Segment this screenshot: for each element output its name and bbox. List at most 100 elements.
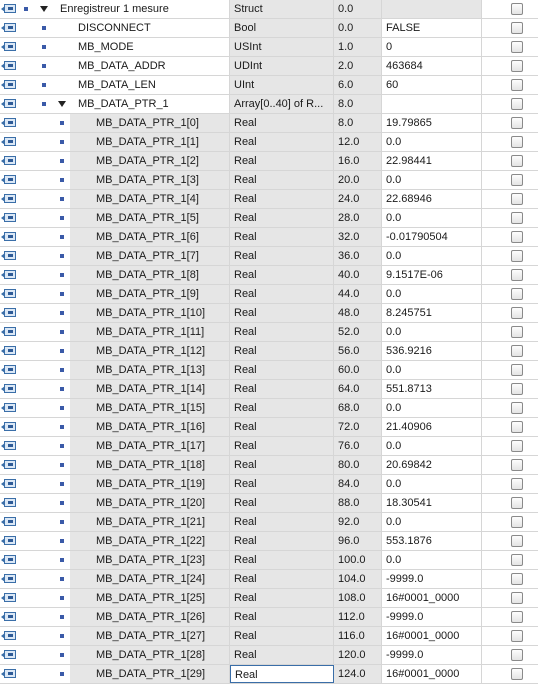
name-cell[interactable]: MB_DATA_PTR_1[8] [20, 266, 230, 284]
table-row[interactable]: MB_DATA_PTR_1[29] Real 124.0 16#0001_0000 [0, 665, 538, 684]
checkbox[interactable] [511, 364, 523, 376]
table-row[interactable]: MB_DATA_PTR_1 Array[0..40] of R... 8.0 [0, 95, 538, 114]
start-value-cell[interactable]: -0.01790504 [382, 228, 482, 246]
name-cell[interactable]: MB_DATA_PTR_1[0] [20, 114, 230, 132]
start-value-cell[interactable] [382, 95, 482, 113]
checkbox[interactable] [511, 478, 523, 490]
checkbox[interactable] [511, 497, 523, 509]
checkbox[interactable] [511, 573, 523, 585]
checkbox[interactable] [511, 611, 523, 623]
name-cell[interactable]: MB_DATA_PTR_1[13] [20, 361, 230, 379]
start-value-cell[interactable] [382, 0, 482, 18]
name-cell[interactable]: MB_DATA_PTR_1[1] [20, 133, 230, 151]
name-cell[interactable]: MB_DATA_PTR_1[4] [20, 190, 230, 208]
table-row[interactable]: MB_DATA_PTR_1[24] Real 104.0 -9999.0 [0, 570, 538, 589]
table-row[interactable]: Enregistreur 1 mesure Struct 0.0 [0, 0, 538, 19]
data-type-cell[interactable]: Array[0..40] of R... [230, 95, 334, 113]
table-row[interactable]: MB_MODE USInt 1.0 0 [0, 38, 538, 57]
data-type-cell[interactable]: Real [230, 437, 334, 455]
data-type-cell[interactable]: UInt [230, 76, 334, 94]
checkbox[interactable] [511, 117, 523, 129]
checkbox[interactable] [511, 136, 523, 148]
name-cell[interactable]: MB_DATA_PTR_1[21] [20, 513, 230, 531]
start-value-cell[interactable]: -9999.0 [382, 570, 482, 588]
start-value-cell[interactable]: 0.0 [382, 285, 482, 303]
name-cell[interactable]: MB_DATA_PTR_1[23] [20, 551, 230, 569]
table-row[interactable]: MB_DATA_PTR_1[10] Real 48.0 8.245751 [0, 304, 538, 323]
name-cell[interactable]: MB_DATA_PTR_1[29] [20, 665, 230, 683]
table-row[interactable]: MB_DATA_PTR_1[12] Real 56.0 536.9216 [0, 342, 538, 361]
data-type-cell[interactable]: USInt [230, 38, 334, 56]
data-type-cell[interactable]: Real [230, 114, 334, 132]
start-value-cell[interactable]: 0.0 [382, 133, 482, 151]
data-type-cell[interactable]: Real [230, 323, 334, 341]
table-row[interactable]: MB_DATA_PTR_1[25] Real 108.0 16#0001_0000 [0, 589, 538, 608]
data-type-cell[interactable]: Real [230, 608, 334, 626]
checkbox[interactable] [511, 630, 523, 642]
start-value-cell[interactable]: 0.0 [382, 475, 482, 493]
name-cell[interactable]: MB_DATA_ADDR [20, 57, 230, 75]
data-type-cell[interactable]: Real [230, 228, 334, 246]
data-type-cell[interactable]: Real [230, 285, 334, 303]
data-type-cell[interactable]: Real [230, 304, 334, 322]
table-row[interactable]: MB_DATA_PTR_1[14] Real 64.0 551.8713 [0, 380, 538, 399]
checkbox[interactable] [511, 174, 523, 186]
name-cell[interactable]: Enregistreur 1 mesure [20, 0, 230, 18]
name-cell[interactable]: MB_DATA_PTR_1[25] [20, 589, 230, 607]
table-row[interactable]: MB_DATA_PTR_1[23] Real 100.0 0.0 [0, 551, 538, 570]
table-row[interactable]: MB_DATA_PTR_1[9] Real 44.0 0.0 [0, 285, 538, 304]
data-type-cell[interactable]: Real [230, 532, 334, 550]
name-cell[interactable]: MB_DATA_PTR_1[17] [20, 437, 230, 455]
data-type-cell[interactable]: Real [230, 570, 334, 588]
name-cell[interactable]: MB_DATA_PTR_1[16] [20, 418, 230, 436]
checkbox[interactable] [511, 79, 523, 91]
checkbox[interactable] [511, 440, 523, 452]
start-value-cell[interactable]: 0.0 [382, 323, 482, 341]
name-cell[interactable]: MB_DATA_PTR_1[7] [20, 247, 230, 265]
table-row[interactable]: MB_DATA_PTR_1[17] Real 76.0 0.0 [0, 437, 538, 456]
table-row[interactable]: MB_DATA_PTR_1[2] Real 16.0 22.98441 [0, 152, 538, 171]
start-value-cell[interactable]: -9999.0 [382, 646, 482, 664]
data-type-cell[interactable]: Real [230, 171, 334, 189]
start-value-cell[interactable]: 16#0001_0000 [382, 627, 482, 645]
checkbox[interactable] [511, 3, 523, 15]
data-type-cell[interactable]: Real [230, 190, 334, 208]
name-cell[interactable]: MB_DATA_PTR_1[22] [20, 532, 230, 550]
data-type-cell[interactable]: Struct [230, 0, 334, 18]
data-type-cell[interactable]: Real [230, 266, 334, 284]
checkbox[interactable] [511, 326, 523, 338]
checkbox[interactable] [511, 402, 523, 414]
checkbox[interactable] [511, 22, 523, 34]
start-value-cell[interactable]: 19.79865 [382, 114, 482, 132]
name-cell[interactable]: MB_DATA_LEN [20, 76, 230, 94]
name-cell[interactable]: MB_DATA_PTR_1[10] [20, 304, 230, 322]
data-type-cell[interactable]: Real [230, 342, 334, 360]
name-cell[interactable]: MB_DATA_PTR_1[14] [20, 380, 230, 398]
name-cell[interactable]: MB_DATA_PTR_1[9] [20, 285, 230, 303]
table-row[interactable]: MB_DATA_PTR_1[18] Real 80.0 20.69842 [0, 456, 538, 475]
checkbox[interactable] [511, 193, 523, 205]
data-type-cell[interactable]: Real [230, 513, 334, 531]
name-cell[interactable]: MB_DATA_PTR_1[24] [20, 570, 230, 588]
start-value-cell[interactable]: -9999.0 [382, 608, 482, 626]
name-cell[interactable]: MB_DATA_PTR_1[27] [20, 627, 230, 645]
data-type-cell[interactable]: Real [230, 589, 334, 607]
data-type-cell[interactable]: Real [230, 646, 334, 664]
table-row[interactable]: MB_DATA_PTR_1[15] Real 68.0 0.0 [0, 399, 538, 418]
name-cell[interactable]: MB_DATA_PTR_1[2] [20, 152, 230, 170]
checkbox[interactable] [511, 231, 523, 243]
table-row[interactable]: MB_DATA_PTR_1[22] Real 96.0 553.1876 [0, 532, 538, 551]
start-value-cell[interactable]: 0.0 [382, 437, 482, 455]
start-value-cell[interactable]: 22.68946 [382, 190, 482, 208]
checkbox[interactable] [511, 60, 523, 72]
checkbox[interactable] [511, 421, 523, 433]
start-value-cell[interactable]: 0.0 [382, 171, 482, 189]
table-row[interactable]: MB_DATA_PTR_1[28] Real 120.0 -9999.0 [0, 646, 538, 665]
start-value-cell[interactable]: 0 [382, 38, 482, 56]
data-type-cell[interactable]: Real [230, 665, 334, 683]
name-cell[interactable]: MB_DATA_PTR_1[18] [20, 456, 230, 474]
start-value-cell[interactable]: 0.0 [382, 399, 482, 417]
data-type-cell[interactable]: Real [230, 209, 334, 227]
table-row[interactable]: MB_DATA_PTR_1[5] Real 28.0 0.0 [0, 209, 538, 228]
data-type-cell[interactable]: Real [230, 418, 334, 436]
